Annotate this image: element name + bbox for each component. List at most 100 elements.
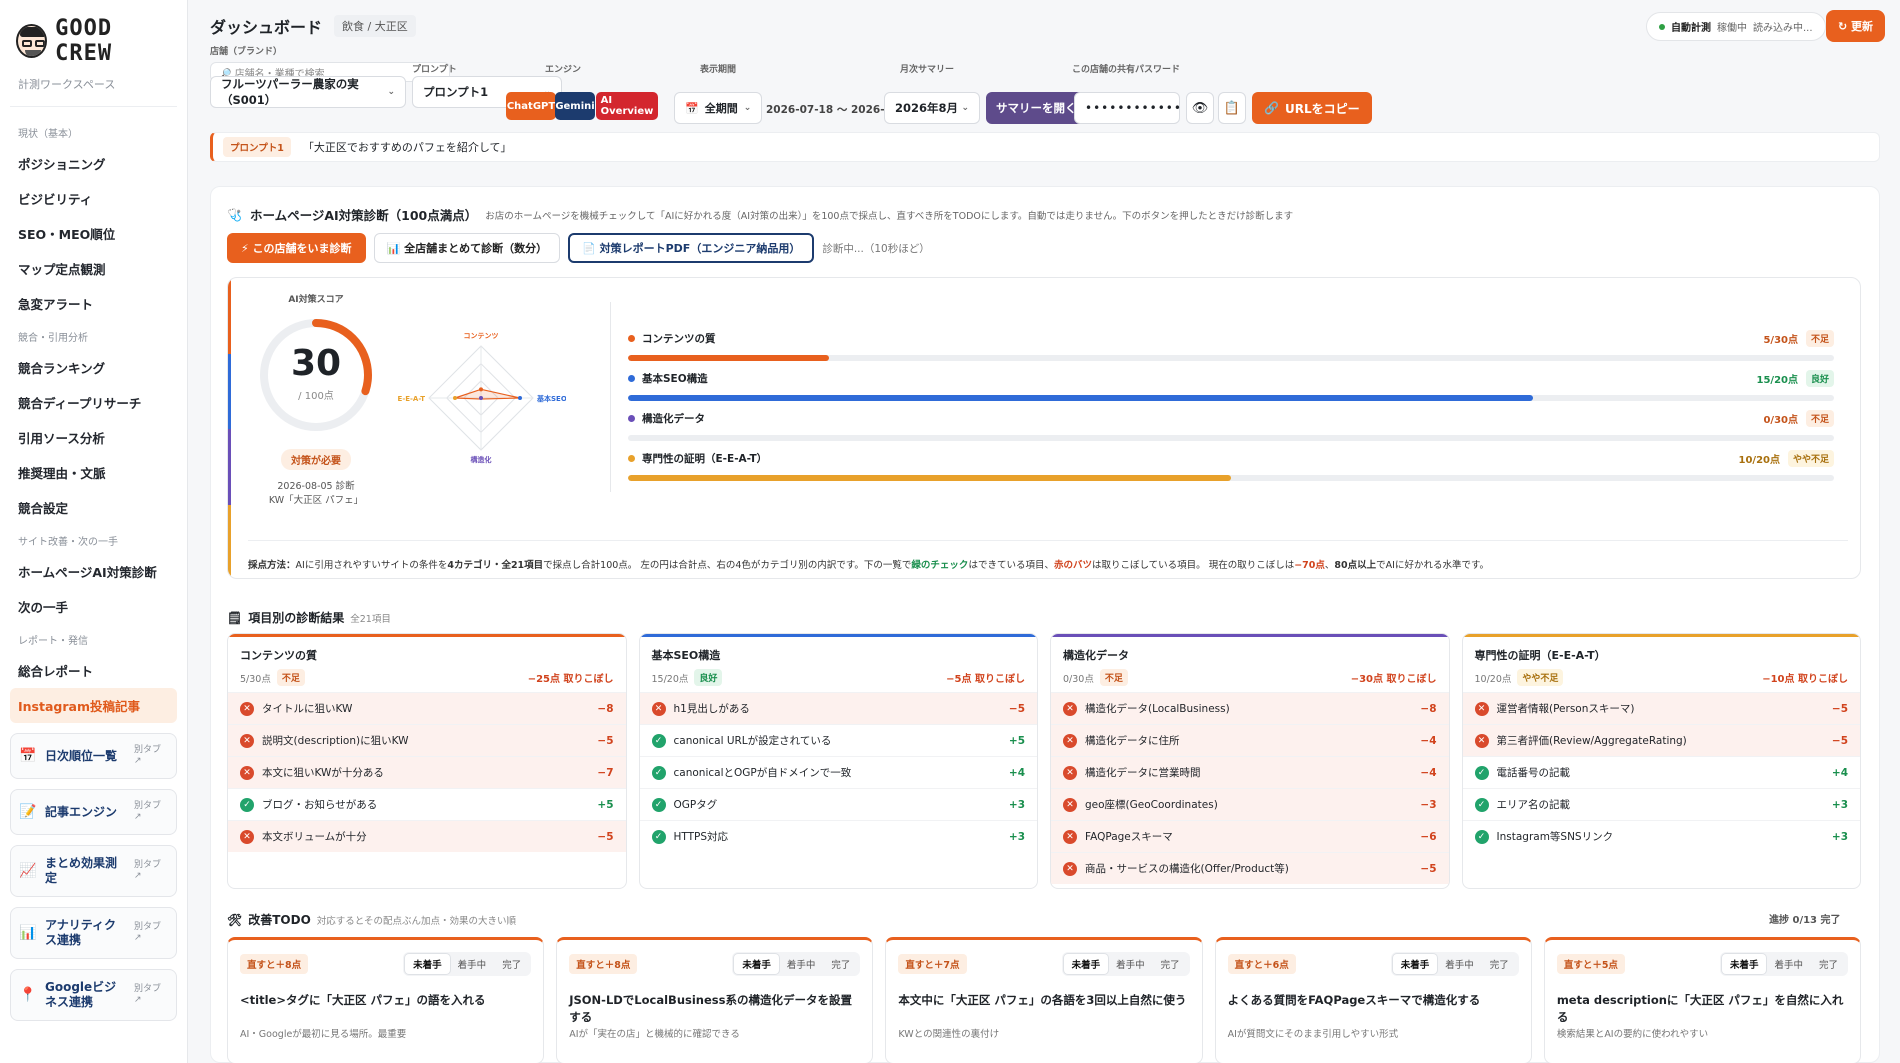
external-link-card[interactable]: 📅 日次順位一覧 別タブ ↗	[10, 733, 177, 779]
clipboard-icon[interactable]: 📋	[1218, 92, 1246, 124]
result-meta: 15/20点 良好 −5点 取りこぼし	[652, 669, 1025, 686]
todo-status-option[interactable]: 着手中	[1108, 954, 1153, 974]
result-item: ✓ HTTPS対応 +3	[639, 820, 1037, 852]
report-pdf-button[interactable]: 📄 対策レポートPDF（エンジニア納品用）	[568, 233, 815, 263]
result-item-points: −5	[1420, 862, 1437, 875]
todo-status-option[interactable]: 未着手	[1721, 954, 1767, 974]
todo-status-option[interactable]: 完了	[1482, 954, 1517, 974]
workspace-name: 計測ワークスペース	[10, 66, 177, 107]
todo-gain-badge: 直すと＋7点	[898, 954, 967, 974]
diagnose-all-button[interactable]: 📊 全店舗まとめて診断（数分）	[373, 233, 561, 263]
sidebar-item[interactable]: 次の一手	[10, 589, 177, 624]
sidebar-item[interactable]: マップ定点観測	[10, 251, 177, 286]
method-text: 4カテゴリ・全21項目	[447, 560, 544, 571]
sidebar-item[interactable]: Instagram投稿記事	[10, 688, 177, 723]
engine-toggle-gemini[interactable]: Gemini	[555, 92, 595, 120]
page-header: ダッシュボード 飲食 / 大正区	[210, 14, 416, 38]
refresh-button[interactable]: ↻ 更新	[1826, 10, 1886, 42]
category-strip-segment	[228, 353, 231, 429]
category-progress-track	[628, 355, 1834, 361]
sidebar-item[interactable]: 競合設定	[10, 490, 177, 525]
todo-status-option[interactable]: 未着手	[405, 954, 450, 974]
external-link-card[interactable]: 📍 Googleビジネス連携 別タブ ↗	[10, 969, 177, 1021]
share-password-field[interactable]: ••••••••••••	[1074, 92, 1181, 124]
todo-card-note: AI・Googleが最初に見る場所。最重要	[240, 1029, 407, 1040]
sidebar-item[interactable]: ポジショニング	[10, 146, 177, 181]
todo-status-option[interactable]: 完了	[1153, 954, 1188, 974]
store-select[interactable]: フルーツパーラー農家の実（S001） ⌄	[210, 76, 406, 108]
result-item-label: ✕ 商品・サービスの構造化(Offer/Product等)	[1063, 861, 1289, 876]
engine-toggle-chatgpt[interactable]: ChatGPT	[506, 92, 556, 120]
todo-status-option[interactable]: 完了	[494, 954, 529, 974]
tools-icon: 🛠	[227, 912, 243, 927]
copy-url-label: URLをコピー	[1284, 101, 1360, 116]
todo-card-title: meta descriptionに「大正区 パフェ」を自然に入れる	[1556, 993, 1844, 1025]
external-link-card[interactable]: 📈 まとめ効果測定 別タブ ↗	[10, 845, 177, 897]
todo-card: 直すと＋7点 未着手 着手中 完了 本文中に「大正区 パフェ」の各語を3回以上自然に使う…	[885, 937, 1203, 1063]
category-progress-fill	[628, 395, 1533, 401]
todo-status-option[interactable]: 着手中	[1437, 954, 1482, 974]
method-text: AIに引用されやすいサイトの条件を	[295, 560, 448, 571]
result-item: ✓ OGPタグ +3	[639, 788, 1037, 820]
sidebar-item[interactable]: 推奨理由・文脈	[10, 455, 177, 490]
check-icon: ✓	[651, 733, 666, 748]
brand-avatar-icon	[16, 24, 48, 58]
cross-icon: ✕	[1063, 765, 1077, 780]
radar-label: コンテンツ	[464, 332, 499, 340]
diagnosis-running-text: 診断中...（10秒ほど）	[822, 242, 930, 255]
period-select[interactable]: 📅 全期間 ⌄	[674, 92, 763, 124]
todo-status-option[interactable]: 着手中	[1766, 954, 1811, 974]
todo-card: 直すと＋5点 未着手 着手中 完了 meta descriptionに「大正区 パフェ」…	[1543, 937, 1862, 1063]
sidebar-item[interactable]: 競合ディープリサーチ	[10, 385, 177, 420]
todo-status-option[interactable]: 着手中	[450, 954, 495, 974]
todo-status-option[interactable]: 未着手	[1063, 954, 1109, 974]
sidebar-item[interactable]: 競合ランキング	[10, 350, 177, 385]
todo-status-option[interactable]: 未着手	[734, 954, 779, 974]
todo-status-option[interactable]: 未着手	[1392, 954, 1438, 974]
brand-logo[interactable]: GOOD CREW	[10, 16, 177, 66]
chevron-down-icon: ⌄	[387, 87, 395, 97]
external-link-card[interactable]: 📝 記事エンジン 別タブ ↗	[10, 789, 177, 835]
todo-card-note: KWとの関連性の裏付け	[898, 1029, 1000, 1040]
method-text: でAIに好かれる水準です。	[1376, 560, 1490, 571]
run-diagnosis-button[interactable]: ⚡ この店舗をいま診断	[227, 233, 366, 263]
category-status-badge: 不足	[1805, 330, 1834, 347]
todo-card-note: AIが質問文にそのまま引用しやすい形式	[1227, 1029, 1399, 1040]
todo-card-note: 検索結果とAIの要約に使われやすい	[1556, 1029, 1709, 1040]
sidebar-item[interactable]: SEO・MEO順位	[10, 216, 177, 251]
engine-toggle-ai-overview[interactable]: AI Overview	[596, 92, 658, 120]
category-dot-icon	[628, 375, 635, 382]
external-tab-hint: 別タブ ↗	[134, 860, 162, 881]
category-badge: 飲食 / 大正区	[334, 15, 416, 37]
category-score: 0/30点 不足	[1763, 410, 1834, 427]
sidebar-item[interactable]: 急変アラート	[10, 286, 177, 321]
result-score: 10/20点 やや不足	[1475, 669, 1564, 686]
sidebar-item[interactable]: ホームページAI対策診断	[10, 554, 177, 589]
prompt-tag: プロンプト1	[223, 137, 291, 157]
prompt-label: プロンプト	[412, 65, 457, 75]
result-item-points: −5	[597, 734, 614, 747]
external-link-card[interactable]: 📊 アナリティクス連携 別タブ ↗	[10, 907, 177, 959]
show-password-eye-icon[interactable]: 👁	[1186, 92, 1214, 124]
cross-icon: ✕	[1063, 733, 1077, 748]
open-summary-button[interactable]: サマリーを開く	[986, 92, 1087, 124]
result-item: ✓ エリア名の記載 +3	[1462, 788, 1860, 820]
copy-url-button[interactable]: 🔗 URLをコピー	[1252, 92, 1372, 124]
link-icon: 🔗	[1264, 101, 1279, 115]
sidebar-item[interactable]: 総合レポート	[10, 653, 177, 688]
nav-section-label: レポート・発信	[18, 636, 88, 647]
result-card-header: 構造化データ 0/30点 不足 −30点 取りこぼし	[1051, 637, 1449, 692]
category-bar-head: 専門性の証明（E-E-A-T） 10/20点 やや不足	[628, 450, 1834, 467]
todo-status-option[interactable]: 完了	[1811, 954, 1846, 974]
sidebar-item[interactable]: ビジビリティ	[10, 181, 177, 216]
result-item-label: ✓ OGPタグ	[651, 797, 717, 812]
external-tab-hint: 別タブ ↗	[134, 801, 162, 822]
sidebar-item[interactable]: 引用ソース分析	[10, 420, 177, 455]
method-text: は取りこぼしている項目。 現在の取りこぼしは	[1091, 560, 1295, 571]
category-strip-segment	[228, 429, 231, 505]
todo-status-option[interactable]: 着手中	[779, 954, 824, 974]
radar-area	[454, 388, 521, 400]
todo-status-option[interactable]: 完了	[823, 954, 858, 974]
result-loss: −25点 取りこぼし	[527, 674, 614, 685]
monthly-select[interactable]: 2026年8月 ⌄	[884, 92, 980, 124]
